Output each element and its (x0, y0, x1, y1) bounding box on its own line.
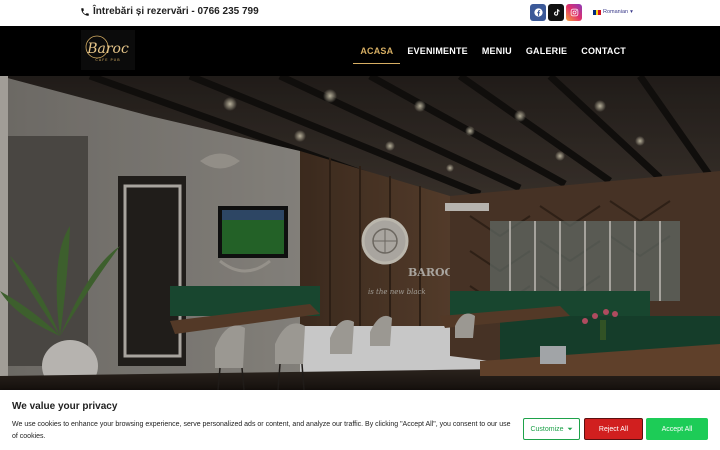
facebook-link[interactable] (530, 4, 546, 21)
language-selector[interactable]: Romanian ▾ (593, 9, 633, 15)
social-links (530, 4, 582, 21)
phone-contact[interactable]: Întrebări și rezervări - 0766 235 799 (80, 6, 259, 17)
nav-item-contact[interactable]: CONTACT (574, 38, 633, 64)
svg-text:Baroc: Baroc (86, 41, 129, 57)
instagram-icon (570, 8, 578, 17)
customize-label: Customize (530, 425, 564, 433)
main-navbar: Baroc CAFE PUB ACASA EVENIMENTE MENIU GA… (0, 26, 720, 76)
chevron-down-icon: ▾ (630, 9, 633, 15)
site-logo[interactable]: Baroc CAFE PUB (81, 30, 135, 70)
accept-all-button[interactable]: Accept All (646, 418, 708, 440)
romania-flag-icon (593, 9, 602, 15)
nav-item-acasa[interactable]: ACASA (353, 38, 401, 64)
phone-icon (81, 7, 89, 16)
reject-all-button[interactable]: Reject All (584, 418, 643, 440)
cookie-consent-banner: We value your privacy We use cookies to … (0, 390, 720, 450)
phone-text: Întrebări și rezervări - 0766 235 799 (93, 6, 259, 17)
nav-item-galerie[interactable]: GALERIE (519, 38, 574, 64)
language-label: Romanian (603, 9, 629, 15)
tiktok-link[interactable] (548, 4, 564, 21)
cookie-description: We use cookies to enhance your browsing … (12, 421, 511, 440)
cafe-interior-illustration: BAROC is the new black (0, 76, 720, 390)
main-menu: ACASA EVENIMENTE MENIU GALERIE CONTACT (353, 26, 633, 76)
nav-item-evenimente[interactable]: EVENIMENTE (400, 38, 475, 64)
facebook-icon (533, 8, 543, 17)
hero-image: BAROC is the new black (0, 76, 720, 390)
top-bar: Întrebări și rezervări - 0766 235 799 Ro… (0, 0, 720, 26)
svg-text:CAFE PUB: CAFE PUB (95, 58, 120, 62)
instagram-link[interactable] (566, 4, 582, 21)
tiktok-icon (553, 9, 560, 16)
chevron-down-icon (567, 427, 572, 431)
customize-button[interactable]: Customize (523, 418, 580, 440)
baroc-logo-icon: Baroc CAFE PUB (81, 30, 135, 70)
cookie-title: We value your privacy (12, 401, 118, 412)
nav-item-meniu[interactable]: MENIU (475, 38, 519, 64)
